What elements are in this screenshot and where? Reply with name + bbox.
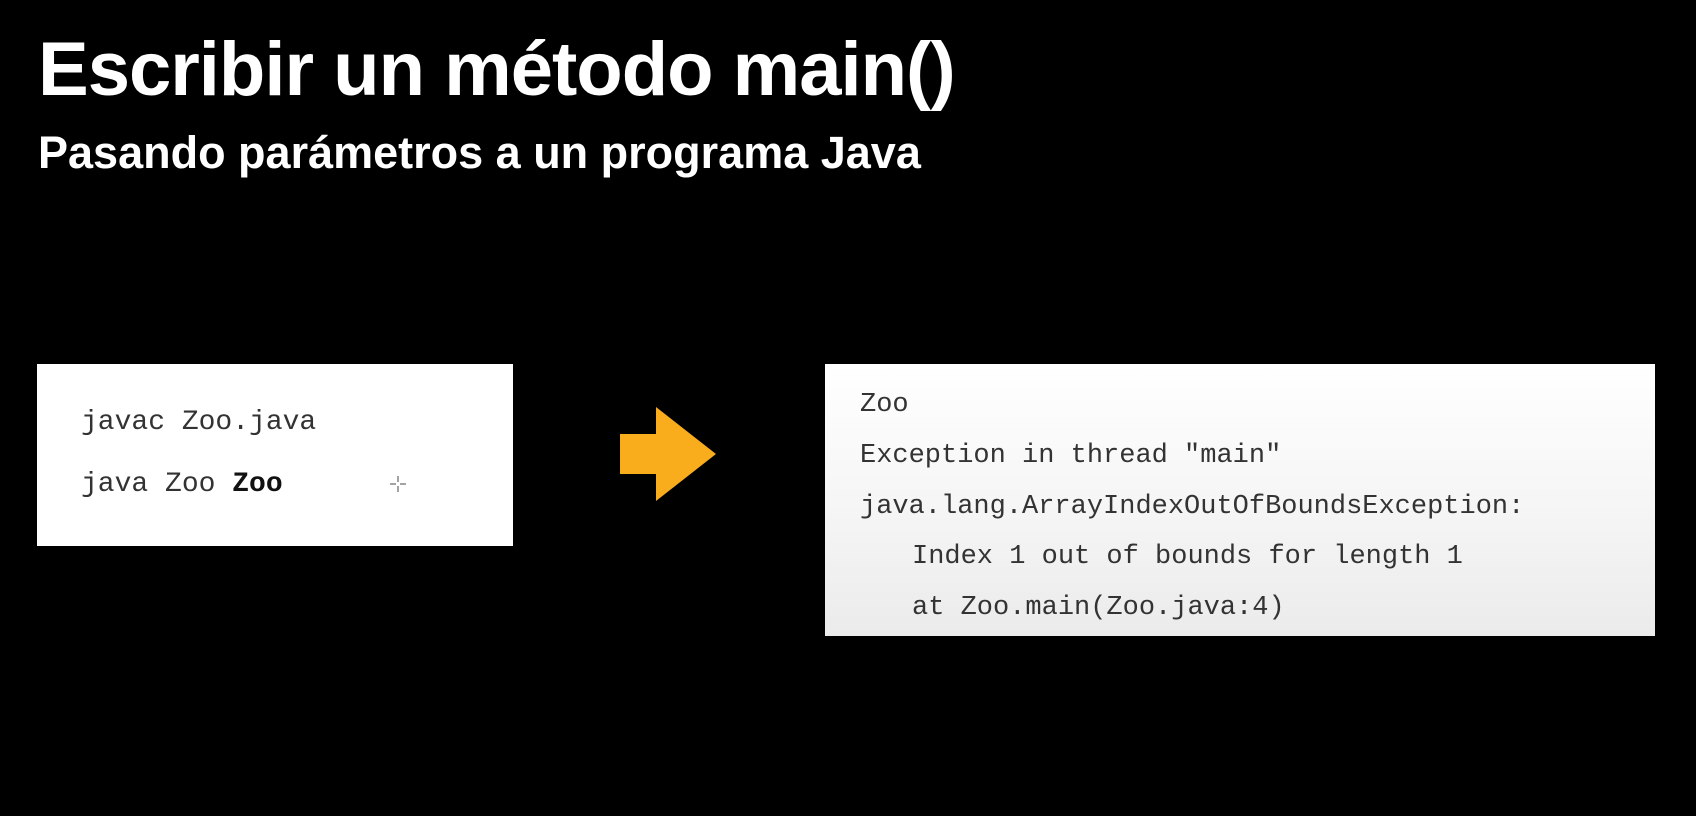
compile-command-line: javac Zoo.java: [81, 407, 317, 438]
output-line: Zoo: [860, 390, 909, 420]
command-panel: javac Zoo.java java Zoo Zoo: [37, 364, 513, 546]
slide-title: Escribir un método main(): [38, 27, 956, 112]
output-line: Index 1 out of bounds for length 1: [912, 542, 1463, 572]
output-line: Exception in thread "main": [860, 441, 1282, 471]
run-command: java Zoo: [81, 469, 216, 500]
run-command-line: java Zoo Zoo: [81, 471, 283, 499]
crosshair-cursor-icon: [390, 476, 406, 492]
output-line: java.lang.ArrayIndexOutOfBoundsException…: [860, 492, 1525, 522]
slide-subtitle: Pasando parámetros a un programa Java: [38, 127, 921, 178]
right-arrow-icon: [620, 407, 716, 501]
output-panel: Zoo Exception in thread "main" java.lang…: [825, 364, 1655, 636]
output-line: at Zoo.main(Zoo.java:4): [912, 593, 1285, 623]
run-argument: Zoo: [232, 469, 283, 500]
